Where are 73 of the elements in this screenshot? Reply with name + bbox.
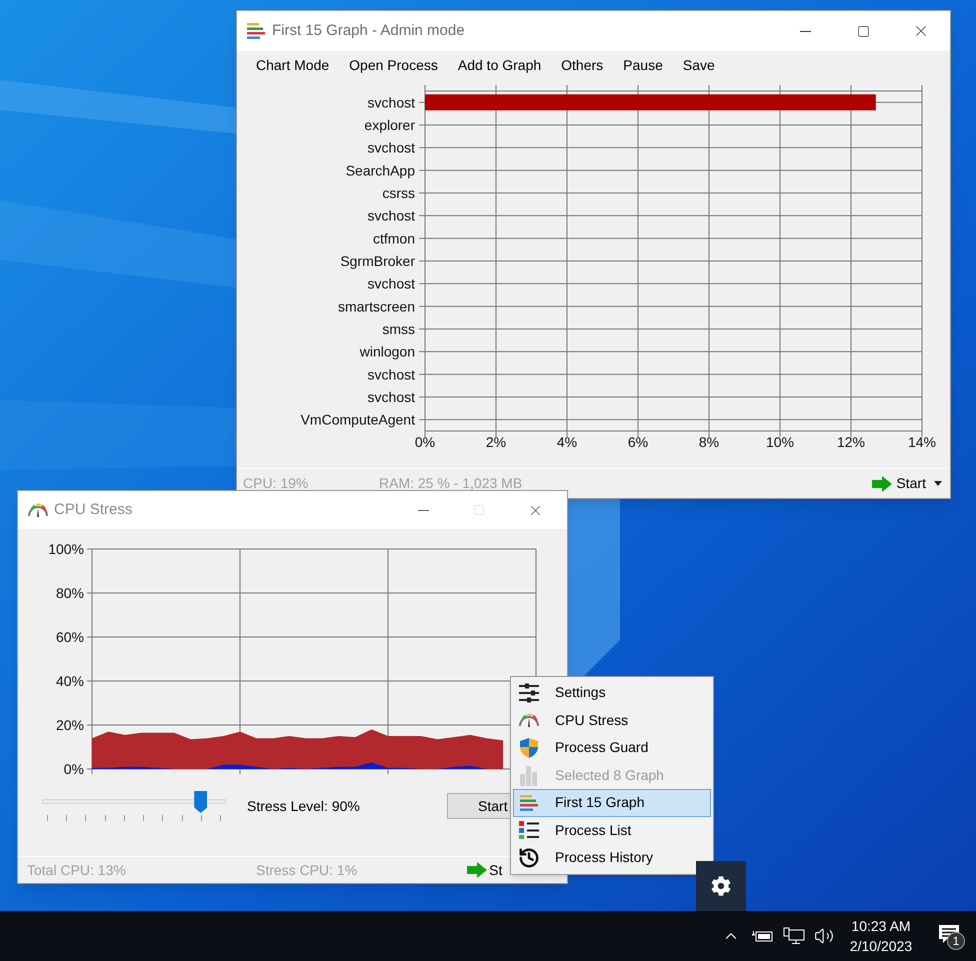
stress-cpu-status: Stress CPU: 1%	[256, 860, 358, 880]
axis-label: 20%	[56, 717, 84, 733]
settings-icon	[711, 876, 731, 896]
axis-label: 14%	[908, 434, 936, 450]
bar-chart-icon	[518, 764, 540, 786]
category-label: svchost	[368, 140, 415, 156]
menu-item: Selected 8 Graph	[513, 762, 711, 789]
axis-label: 8%	[698, 434, 720, 450]
window-title: First 15 Graph - Admin mode	[272, 20, 465, 41]
menu-item[interactable]: Save	[672, 54, 725, 76]
axis-label: 60%	[56, 629, 84, 645]
category-label: smss	[382, 321, 415, 337]
axis-label: 6%	[628, 434, 648, 450]
axis-label: 40%	[56, 673, 84, 689]
history-icon	[518, 846, 540, 869]
category-label: SgrmBroker	[340, 253, 415, 269]
category-label: svchost	[368, 276, 415, 292]
menu-item[interactable]: First 15 Graph	[513, 789, 711, 816]
axis-label: 4%	[556, 434, 578, 450]
maximize-icon	[856, 24, 870, 38]
ram-status: RAM: 25 % - 1,023 MB	[379, 474, 522, 493]
network-icon[interactable]	[783, 927, 805, 945]
maximize-icon	[473, 504, 485, 516]
shield-icon	[518, 736, 540, 759]
menu-item[interactable]: Add to Graph	[448, 54, 552, 76]
axis-label: 2%	[486, 434, 506, 450]
category-label: svchost	[368, 366, 415, 382]
menu-item[interactable]: Process History	[513, 844, 711, 872]
category-label: svchost	[368, 389, 415, 405]
axis-label: 12%	[836, 434, 866, 450]
start-button[interactable]: Start	[872, 473, 942, 494]
app-icon	[246, 22, 266, 40]
menu-item[interactable]: Process Guard	[513, 734, 711, 762]
category-label: VmComputeAgent	[300, 412, 415, 428]
category-label: svchost	[368, 94, 415, 110]
category-label: winlogon	[360, 344, 415, 360]
stress-level-label: Stress Level: 90%	[247, 796, 360, 816]
menu-item[interactable]: Chart Mode	[246, 54, 340, 76]
clock[interactable]: 10:23 AM 2/10/2023	[848, 916, 914, 956]
cpu-status: CPU: 19%	[243, 474, 310, 493]
axis-label: 0%	[64, 761, 84, 777]
category-label: svchost	[368, 208, 415, 224]
category-label: smartscreen	[338, 298, 415, 314]
category-label: ctfmon	[372, 230, 415, 246]
category-label: csrss	[382, 185, 415, 201]
menu-item[interactable]: Settings	[513, 679, 711, 706]
arrow-icon	[467, 862, 488, 878]
axis-label: 0%	[414, 434, 436, 450]
category-label: SearchApp	[346, 162, 415, 178]
list-icon	[518, 820, 540, 840]
category-label: explorer	[364, 117, 415, 133]
window-title: CPU Stress	[54, 500, 132, 520]
menu-item[interactable]: Others	[551, 54, 614, 76]
menu-item[interactable]: Open Process	[339, 54, 448, 76]
battery-icon[interactable]	[752, 930, 774, 942]
menu-item[interactable]: Process List	[513, 816, 711, 844]
slider[interactable]	[42, 791, 226, 821]
menu-item[interactable]: Pause	[613, 54, 673, 76]
caret-icon	[934, 481, 942, 486]
axis-label: 80%	[56, 585, 84, 601]
axis-label: 10%	[766, 434, 794, 450]
bars-icon	[519, 794, 539, 812]
slider-thumb[interactable]	[194, 791, 208, 813]
sliders-icon	[518, 682, 540, 703]
menu-item[interactable]: CPU Stress	[513, 706, 711, 734]
notification-badge: 1	[947, 932, 965, 950]
minimize-icon	[800, 30, 810, 32]
volume-icon[interactable]	[814, 926, 834, 946]
arrow-icon	[872, 476, 892, 492]
start-button[interactable]: St	[467, 860, 502, 880]
axis-label: 100%	[48, 541, 84, 557]
total-cpu-status: Total CPU: 13%	[27, 860, 127, 880]
settings-tile[interactable]	[696, 861, 746, 911]
